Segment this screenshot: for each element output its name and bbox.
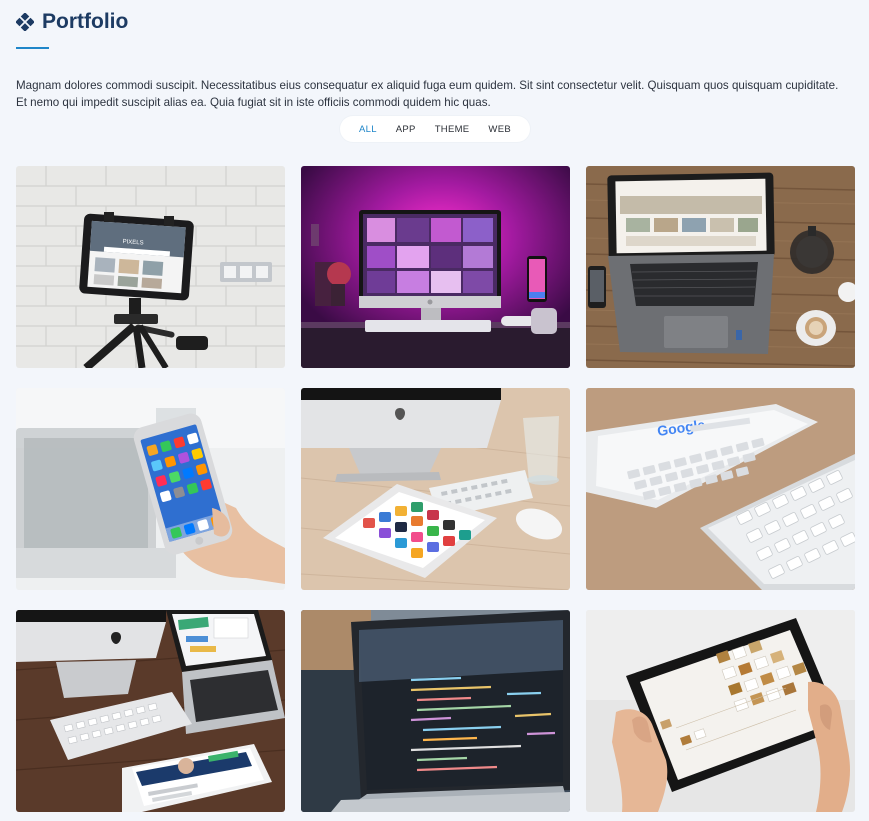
portfolio-item-iphone-hand[interactable] (16, 388, 285, 590)
imac-pink-image (301, 166, 570, 368)
portfolio-item-laptop-wood[interactable] (586, 166, 855, 368)
portfolio-item-tablet-hands[interactable] (586, 610, 855, 812)
workspace-image (16, 610, 285, 812)
portfolio-item-imac-pink[interactable] (301, 166, 570, 368)
filter-web[interactable]: WEB (488, 124, 511, 135)
title-underline (16, 47, 49, 49)
portfolio-item-desk-setup[interactable] (301, 388, 570, 590)
filter-theme[interactable]: THEME (435, 124, 470, 135)
iphone-hand-image (16, 388, 285, 590)
portfolio-item-laptop-code[interactable] (301, 610, 570, 812)
filter-all[interactable]: ALL (359, 124, 377, 135)
section-description: Magnam dolores commodi suscipit. Necessi… (16, 78, 839, 109)
diamond-icon (15, 12, 35, 32)
portfolio-item-tablet-tripod[interactable]: PIXELS (16, 166, 285, 368)
desk-setup-image (301, 388, 570, 590)
tablet-tripod-image: PIXELS (16, 166, 285, 368)
ipad-google-image: Google (586, 388, 855, 590)
laptop-wood-image (586, 166, 855, 368)
portfolio-item-ipad-google[interactable]: Google (586, 388, 855, 590)
portfolio-filters: ALL APP THEME WEB (340, 116, 530, 142)
portfolio-grid: PIXELS Google (16, 166, 855, 812)
section-title: Portfolio (15, 10, 129, 34)
filter-app[interactable]: APP (396, 124, 416, 135)
tablet-hands-image (586, 610, 855, 812)
laptop-code-image (301, 610, 570, 812)
page-title: Portfolio (42, 10, 129, 33)
portfolio-item-workspace[interactable] (16, 610, 285, 812)
